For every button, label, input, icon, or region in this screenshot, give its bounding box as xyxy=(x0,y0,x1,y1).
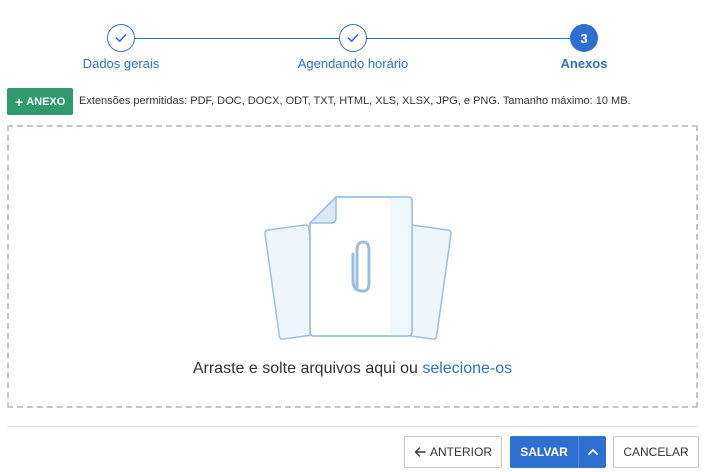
step-3-number: 3 xyxy=(570,24,598,52)
file-attachment-illustration-icon xyxy=(264,196,452,340)
file-dropzone[interactable]: Arraste e solte arquivos aqui ou selecio… xyxy=(7,125,698,408)
add-attachment-label: ANEXO xyxy=(26,95,66,108)
previous-button[interactable]: ANTERIOR xyxy=(404,436,502,468)
stepper: Dados gerais Agendando horário 3 Anexos xyxy=(0,0,707,80)
previous-button-label: ANTERIOR xyxy=(429,445,492,459)
step-1-check-icon xyxy=(107,24,135,52)
save-options-button[interactable] xyxy=(578,436,606,468)
step-connector xyxy=(135,38,339,39)
select-files-link[interactable]: selecione-os xyxy=(422,360,512,377)
step-3-label: Anexos xyxy=(560,56,608,71)
step-2-check-icon xyxy=(339,24,367,52)
step-connector xyxy=(367,38,570,39)
chevron-up-icon xyxy=(587,449,598,455)
add-attachment-button[interactable]: + ANEXO xyxy=(7,88,74,115)
footer-divider xyxy=(7,426,698,427)
save-button[interactable]: SALVAR xyxy=(510,436,578,468)
step-1-label: Dados gerais xyxy=(82,56,160,71)
step-2-label: Agendando horário xyxy=(297,56,409,71)
allowed-extensions-text: Extensões permitidas: PDF, DOC, DOCX, OD… xyxy=(79,95,631,107)
dropzone-text: Arraste e solte arquivos aqui ou xyxy=(192,360,418,377)
save-button-group: SALVAR xyxy=(510,436,606,468)
arrow-left-icon xyxy=(414,447,426,457)
cancel-button[interactable]: CANCELAR xyxy=(613,436,699,468)
plus-icon: + xyxy=(15,93,24,110)
dropzone-instructions: Arraste e solte arquivos aqui ou selecio… xyxy=(9,360,696,378)
